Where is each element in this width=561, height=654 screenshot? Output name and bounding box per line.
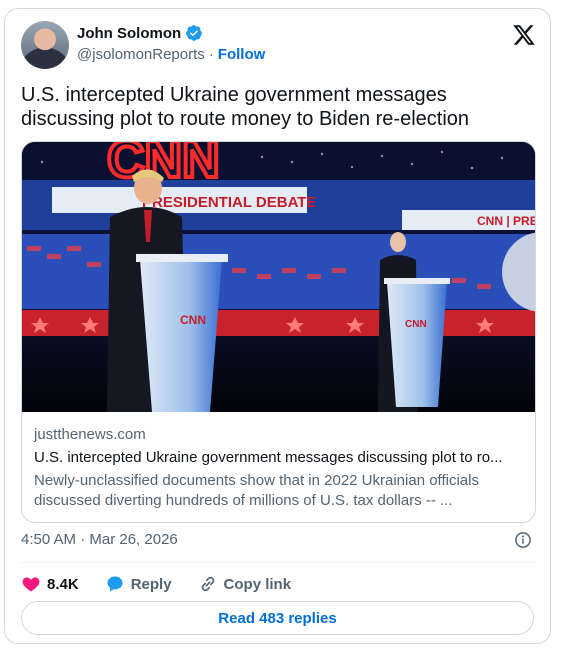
copy-link-button[interactable]: Copy link xyxy=(198,574,292,594)
debate-stage-illustration: CNN PRESIDENTIAL DEBATE CNN | PRES xyxy=(22,142,535,412)
info-icon[interactable] xyxy=(514,531,532,549)
copy-link-label: Copy link xyxy=(223,575,292,593)
like-count: 8.4K xyxy=(47,575,79,593)
tweet-timestamp[interactable]: 4:50 AM · Mar 26, 2026 xyxy=(21,531,178,548)
banner-right-text: CNN | PRES xyxy=(477,214,535,228)
tweet-text: U.S. intercepted Ukraine government mess… xyxy=(21,84,470,130)
tweet-embed-card: John Solomon @jsolomonReports · Follow U… xyxy=(4,8,551,644)
like-button[interactable]: 8.4K xyxy=(21,574,79,594)
podium-right-logo: CNN xyxy=(405,319,427,330)
link-preview-info[interactable]: justthenews.com U.S. intercepted Ukraine… xyxy=(22,413,535,522)
author-name-row: John Solomon xyxy=(77,24,203,42)
avatar[interactable] xyxy=(21,21,69,69)
link-icon xyxy=(201,576,214,592)
link-description: Newly-unclassified documents show that i… xyxy=(34,472,479,509)
separator-dot: · xyxy=(208,46,214,63)
reply-bubble-icon xyxy=(107,576,123,592)
divider xyxy=(21,562,534,563)
author-handle-row: @jsolomonReports · Follow xyxy=(77,46,265,63)
x-logo-icon[interactable] xyxy=(512,23,536,47)
link-domain: justthenews.com xyxy=(34,426,146,443)
link-title[interactable]: U.S. intercepted Ukraine government mess… xyxy=(34,449,524,466)
banner-left-text: PRESIDENTIAL DEBATE xyxy=(142,194,316,211)
verified-badge-icon xyxy=(186,25,203,41)
link-preview-image: CNN PRESIDENTIAL DEBATE CNN | PRES xyxy=(22,142,535,412)
reply-button[interactable]: Reply xyxy=(105,574,172,594)
heart-icon xyxy=(22,577,40,592)
read-replies-button[interactable]: Read 483 replies xyxy=(21,601,534,635)
reply-label: Reply xyxy=(130,575,172,593)
link-preview-card[interactable]: CNN PRESIDENTIAL DEBATE CNN | PRES xyxy=(21,141,536,523)
follow-button[interactable]: Follow xyxy=(218,46,266,63)
tweet-actions: 8.4K Reply Copy link xyxy=(21,571,317,597)
podium-left-logo: CNN xyxy=(180,313,206,327)
author-name[interactable]: John Solomon xyxy=(77,25,181,42)
author-handle[interactable]: @jsolomonReports xyxy=(77,46,205,63)
